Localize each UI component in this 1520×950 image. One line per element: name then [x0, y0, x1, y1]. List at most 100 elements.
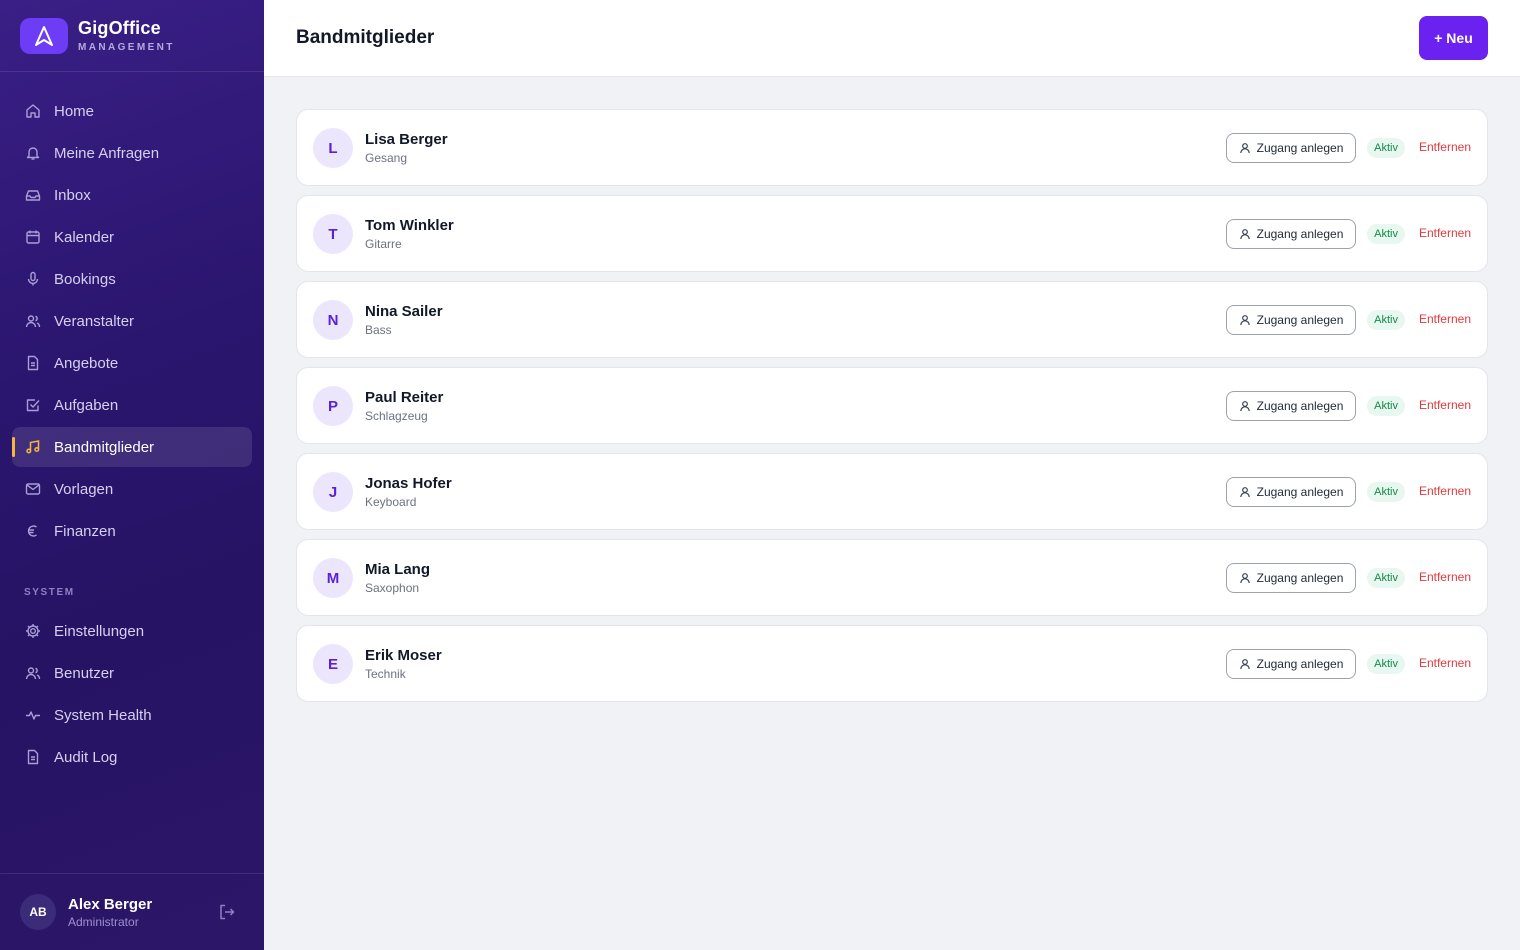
sidebar-item-einstellungen[interactable]: Einstellungen: [12, 611, 252, 651]
create-access-label: Zugang anlegen: [1256, 657, 1344, 671]
create-access-label: Zugang anlegen: [1256, 571, 1344, 585]
sidebar-item-label: Vorlagen: [54, 480, 114, 498]
remove-member-link[interactable]: Entfernen: [1419, 398, 1471, 412]
member-avatar: L: [313, 128, 353, 168]
sidebar-item-vorlagen[interactable]: Vorlagen: [12, 469, 252, 509]
sidebar-item-inbox[interactable]: Inbox: [12, 175, 252, 215]
sidebar-item-label: Angebote: [54, 354, 119, 372]
create-access-label: Zugang anlegen: [1256, 141, 1344, 155]
member-avatar: E: [313, 644, 353, 684]
sidebar-item-aufgaben[interactable]: Aufgaben: [12, 385, 252, 425]
sidebar-item-kalender[interactable]: Kalender: [12, 217, 252, 257]
system-nav: Einstellungen Benutzer System Health Aud…: [12, 611, 252, 779]
create-access-button[interactable]: Zugang anlegen: [1226, 391, 1356, 421]
member-role: Bass: [365, 323, 392, 337]
member-role: Keyboard: [365, 495, 417, 509]
page-header: Bandmitglieder + Neu: [264, 0, 1520, 77]
user-role: Administrator: [68, 914, 139, 929]
logout-icon[interactable]: [218, 903, 236, 921]
remove-member-link[interactable]: Entfernen: [1419, 312, 1471, 326]
users-icon: [24, 312, 42, 330]
list-item: L Lisa Berger Gesang Zugang anlegen Akti…: [296, 109, 1488, 186]
create-access-label: Zugang anlegen: [1256, 313, 1344, 327]
page-title: Bandmitglieder: [296, 27, 435, 48]
sidebar-item-label: Meine Anfragen: [54, 144, 160, 162]
member-role: Technik: [365, 667, 406, 681]
avatar[interactable]: AB: [20, 894, 56, 930]
create-access-button[interactable]: Zugang anlegen: [1226, 563, 1356, 593]
sidebar-item-label: Finanzen: [54, 522, 116, 540]
create-access-label: Zugang anlegen: [1256, 399, 1344, 413]
user-profile: AB Alex Berger Administrator: [0, 873, 264, 950]
member-role: Gesang: [365, 151, 408, 165]
remove-member-link[interactable]: Entfernen: [1419, 140, 1471, 154]
sidebar-item-bookings[interactable]: Bookings: [12, 259, 252, 299]
new-member-button[interactable]: + Neu: [1419, 16, 1488, 60]
mail-icon: [24, 480, 42, 498]
status-badge: Aktiv: [1367, 310, 1405, 330]
sidebar-item-label: Bookings: [54, 270, 116, 288]
remove-member-link[interactable]: Entfernen: [1419, 656, 1471, 670]
user-icon: [1239, 142, 1251, 154]
status-badge: Aktiv: [1367, 482, 1405, 502]
list-item: M Mia Lang Saxophon Zugang anlegen Aktiv…: [296, 539, 1488, 616]
member-role: Gitarre: [365, 237, 402, 251]
member-name: Paul Reiter: [365, 389, 444, 406]
create-access-button[interactable]: Zugang anlegen: [1226, 133, 1356, 163]
member-role: Schlagzeug: [365, 409, 428, 423]
sidebar-item-benutzer[interactable]: Benutzer: [12, 653, 252, 693]
create-access-button[interactable]: Zugang anlegen: [1226, 219, 1356, 249]
member-name: Jonas Hofer: [365, 475, 452, 492]
sidebar-item-label: Inbox: [54, 186, 91, 204]
create-access-button[interactable]: Zugang anlegen: [1226, 477, 1356, 507]
user-icon: [1239, 572, 1251, 584]
member-avatar: N: [313, 300, 353, 340]
users-icon: [24, 664, 42, 682]
member-list: L Lisa Berger Gesang Zugang anlegen Akti…: [296, 109, 1488, 711]
sidebar-item-audit-log[interactable]: Audit Log: [12, 737, 252, 777]
list-item: P Paul Reiter Schlagzeug Zugang anlegen …: [296, 367, 1488, 444]
user-icon: [1239, 228, 1251, 240]
app-logo-icon[interactable]: [20, 17, 68, 54]
create-access-label: Zugang anlegen: [1256, 485, 1344, 499]
member-name: Mia Lang: [365, 561, 431, 578]
list-item: T Tom Winkler Gitarre Zugang anlegen Akt…: [296, 195, 1488, 272]
remove-member-link[interactable]: Entfernen: [1419, 570, 1471, 584]
brand-subtitle: MANAGEMENT: [78, 42, 175, 53]
remove-member-link[interactable]: Entfernen: [1419, 484, 1471, 498]
calendar-icon: [24, 228, 42, 246]
bell-icon: [24, 144, 42, 162]
brand-name: GigOffice: [78, 18, 161, 38]
user-icon: [1239, 400, 1251, 412]
member-avatar: P: [313, 386, 353, 426]
sidebar-item-label: Einstellungen: [54, 622, 145, 640]
document-icon: [24, 354, 42, 372]
member-role: Saxophon: [365, 581, 420, 595]
checkbox-icon: [24, 396, 42, 414]
member-avatar: T: [313, 214, 353, 254]
member-name: Erik Moser: [365, 647, 442, 664]
document-icon: [24, 748, 42, 766]
main-nav: Home Meine Anfragen Inbox Kalender Booki…: [12, 91, 252, 553]
create-access-button[interactable]: Zugang anlegen: [1226, 649, 1356, 679]
member-avatar: J: [313, 472, 353, 512]
sidebar-item-bandmitglieder[interactable]: Bandmitglieder: [12, 427, 252, 467]
sidebar-item-finanzen[interactable]: Finanzen: [12, 511, 252, 551]
sidebar-item-angebote[interactable]: Angebote: [12, 343, 252, 383]
pulse-icon: [24, 706, 42, 724]
remove-member-link[interactable]: Entfernen: [1419, 226, 1471, 240]
member-name: Tom Winkler: [365, 217, 454, 234]
sidebar-item-veranstalter[interactable]: Veranstalter: [12, 301, 252, 341]
create-access-label: Zugang anlegen: [1256, 227, 1344, 241]
sidebar-item-label: Veranstalter: [54, 312, 135, 330]
music-icon: [24, 438, 42, 456]
sidebar-item-home[interactable]: Home: [12, 91, 252, 131]
sidebar-item-label: Audit Log: [54, 748, 118, 766]
create-access-button[interactable]: Zugang anlegen: [1226, 305, 1356, 335]
user-name: Alex Berger: [68, 895, 153, 913]
member-avatar: M: [313, 558, 353, 598]
status-badge: Aktiv: [1367, 224, 1405, 244]
sidebar-item-label: Aufgaben: [54, 396, 119, 414]
sidebar-item-meine-anfragen[interactable]: Meine Anfragen: [12, 133, 252, 173]
sidebar-item-system-health[interactable]: System Health: [12, 695, 252, 735]
